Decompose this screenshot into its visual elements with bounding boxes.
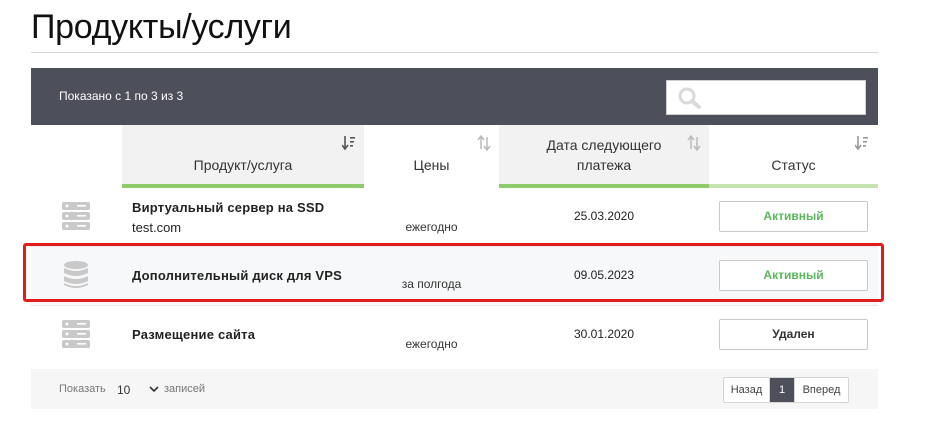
th-product-label: Продукт/услуга — [193, 157, 293, 173]
search-box[interactable] — [666, 80, 866, 115]
server-icon — [62, 320, 90, 348]
pagination: Назад 1 Вперед — [723, 377, 849, 403]
sort-desc-icon[interactable] — [342, 135, 356, 151]
billing-cycle: ежегодно — [405, 337, 458, 351]
sort-both-icon[interactable] — [687, 135, 701, 151]
th-price-label: Цены — [413, 157, 450, 173]
next-payment-date: 30.01.2020 — [573, 327, 635, 341]
table-toolbar: Показано с 1 по 3 из 3 — [31, 68, 878, 125]
per-page-select[interactable]: 10 — [114, 378, 162, 400]
next-page-button[interactable]: Вперед — [794, 378, 848, 402]
next-payment-date: 25.03.2020 — [573, 209, 635, 223]
per-page-value: 10 — [117, 383, 131, 397]
records-info: Показано с 1 по 3 из 3 — [59, 89, 184, 103]
page-title: Продукты/услуги — [31, 8, 292, 46]
product-name[interactable]: Виртуальный сервер на SSD — [132, 200, 324, 215]
th-status[interactable]: Статус — [709, 125, 878, 188]
billing-cycle: ежегодно — [405, 220, 458, 234]
product-domain: test.com — [132, 220, 182, 235]
th-icon — [31, 125, 122, 188]
status-badge[interactable]: Активный — [719, 201, 868, 232]
sort-desc-icon[interactable] — [855, 135, 869, 151]
billing-cycle: за полгода — [401, 277, 462, 291]
next-payment-date: 09.05.2023 — [573, 268, 635, 282]
th-next-payment-line2: платежа — [576, 157, 632, 173]
table-footer: Показать 10 записей Назад 1 Вперед — [31, 369, 878, 409]
chevron-down-icon — [149, 386, 159, 393]
th-product[interactable]: Продукт/услуга — [122, 125, 364, 188]
table-row[interactable]: Дополнительный диск для VPS за полгода 0… — [31, 247, 878, 306]
show-label: Показать — [59, 383, 106, 395]
product-name[interactable]: Размещение сайта — [132, 327, 255, 342]
sort-both-icon[interactable] — [477, 135, 491, 151]
table-row[interactable]: Размещение сайта ежегодно 30.01.2020 Уда… — [31, 306, 878, 365]
product-name[interactable]: Дополнительный диск для VPS — [132, 268, 342, 283]
th-next-payment[interactable]: Дата следующего платежа — [499, 125, 709, 188]
th-next-payment-line1: Дата следующего — [546, 137, 662, 153]
status-badge[interactable]: Удален — [719, 319, 868, 350]
th-price[interactable]: Цены — [364, 125, 499, 188]
search-icon — [678, 87, 701, 109]
th-status-label: Статус — [771, 157, 816, 173]
title-divider — [31, 52, 878, 53]
table-row[interactable]: Виртуальный сервер на SSD test.com ежего… — [31, 188, 878, 247]
prev-page-button[interactable]: Назад — [724, 378, 770, 402]
status-badge[interactable]: Активный — [719, 260, 868, 291]
database-icon — [64, 261, 88, 288]
server-icon — [62, 202, 90, 230]
entries-label: записей — [164, 383, 206, 395]
page-1-button[interactable]: 1 — [770, 378, 794, 402]
search-input[interactable] — [707, 81, 862, 114]
table-header: Продукт/услуга Цены Дата следующего плат… — [31, 125, 878, 188]
